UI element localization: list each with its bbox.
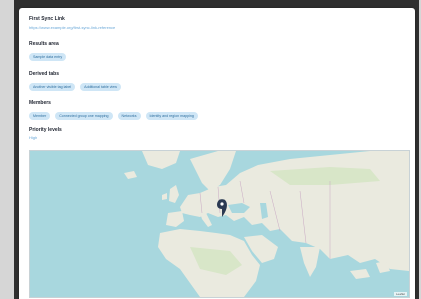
tag-chip[interactable]: Additional table view — [80, 83, 121, 91]
map-canvas[interactable] — [30, 151, 409, 297]
fourth-section-chips: Member Connected group one mapping Netwo… — [29, 112, 198, 120]
map-view[interactable]: Leaflet — [29, 150, 410, 298]
fifth-section-title: Priority levels — [29, 127, 62, 133]
map-attribution[interactable]: Leaflet — [393, 292, 407, 296]
tag-chip[interactable]: Another visible tag label — [29, 83, 76, 91]
fifth-section-value: High — [29, 135, 38, 140]
tag-chip[interactable]: Networks — [117, 112, 141, 120]
third-section-title: Derived tabs — [29, 71, 60, 77]
third-section-chips: Another visible tag label Additional tab… — [29, 83, 121, 91]
first-section-title: First Sync Link — [29, 16, 65, 22]
tag-chip[interactable]: Connected group one mapping — [55, 112, 113, 120]
second-section-chips: Sample data entry — [29, 53, 67, 61]
tag-chip[interactable]: Sample data entry — [29, 53, 67, 61]
tag-chip[interactable]: Identity and region mapping — [145, 112, 198, 120]
second-section-title: Results area — [29, 41, 59, 47]
tag-chip[interactable]: Member — [29, 112, 51, 120]
content-panel: First Sync Link https://www.example.org/… — [19, 8, 415, 299]
first-section-link[interactable]: https://www.example.org/first-sync-link-… — [29, 25, 115, 30]
fourth-section-title: Members — [29, 100, 51, 106]
